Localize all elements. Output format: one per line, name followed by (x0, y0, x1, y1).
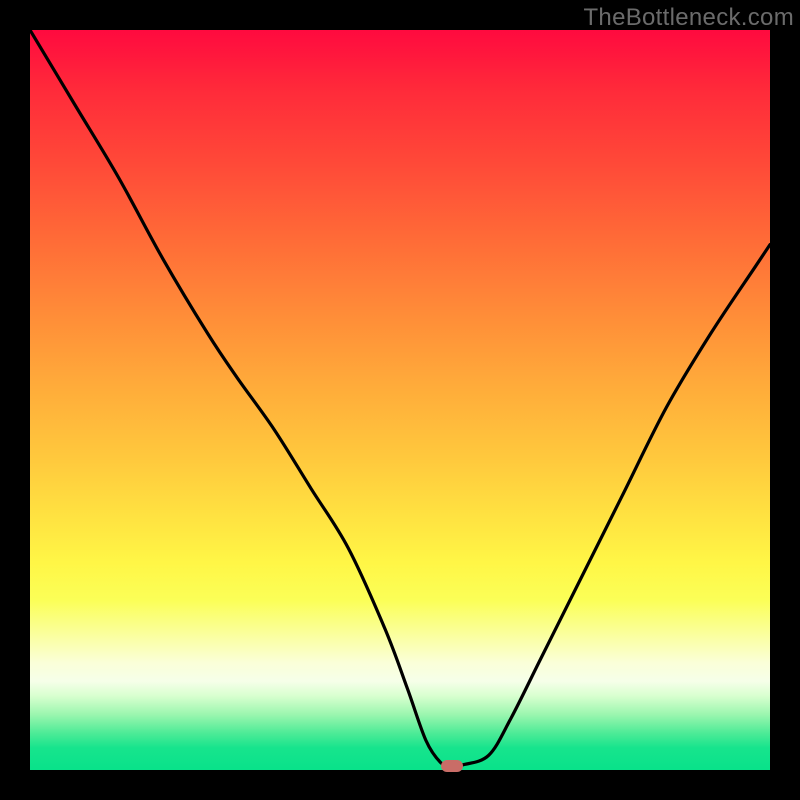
plot-area (30, 30, 770, 770)
watermark-text: TheBottleneck.com (583, 4, 794, 32)
bottleneck-curve (30, 30, 770, 770)
chart-frame: TheBottleneck.com (0, 0, 800, 800)
optimal-point-marker (441, 760, 463, 772)
